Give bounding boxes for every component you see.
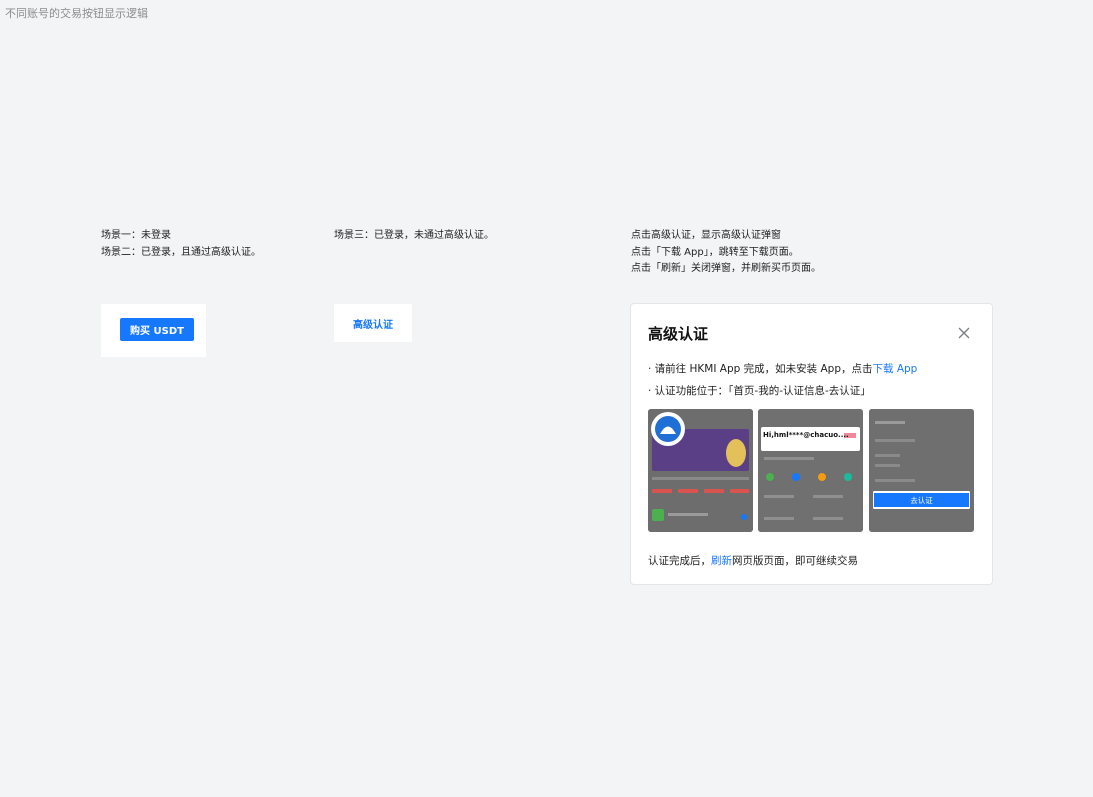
scenario-3-text: 场景三：已登录，未通过高级认证。 (334, 230, 494, 241)
modal-instruction-1: · 请前往 HKMI App 完成，如未安装 App，点击下载 App (648, 361, 917, 376)
footer-suffix: 网页版页面，即可继续交易 (732, 555, 858, 567)
advanced-auth-modal: 高级认证 · 请前往 HKMI App 完成，如未安装 App，点击下载 App… (631, 304, 992, 584)
screenshot-account-label: Hi,hml****@chacuo.... (763, 431, 849, 439)
scenario-1-text: 场景一：未登录 (101, 230, 171, 241)
page-title: 不同账号的交易按钮显示逻辑 (5, 7, 148, 20)
buy-usdt-button[interactable]: 购买 USDT (120, 318, 194, 341)
note-line-2: 点击「下载 App」，跳转至下载页面。 (631, 246, 799, 258)
screenshot-go-auth-button: 去认证 (874, 493, 969, 507)
footer-prefix: 认证完成后， (648, 555, 711, 567)
instruction-1-text: · 请前往 HKMI App 完成，如未安装 App，点击 (648, 363, 873, 375)
note-line-1: 点击高级认证，显示高级认证弹窗 (631, 230, 781, 241)
tutorial-screenshots: Hi,hml****@chacuo.... 去认证 (648, 409, 974, 532)
close-icon[interactable] (956, 325, 972, 341)
scenario-notes-1: 场景一：未登录 场景二：已登录，且通过高级认证。 (101, 228, 261, 261)
download-app-link[interactable]: 下载 App (873, 363, 918, 375)
buy-button-card: 购买 USDT (101, 304, 206, 357)
scenario-2-text: 场景二：已登录，且通过高级认证。 (101, 246, 261, 258)
refresh-link[interactable]: 刷新 (711, 555, 732, 567)
app-screenshot-profile: Hi,hml****@chacuo.... (758, 409, 863, 532)
scenario-notes-2: 场景三：已登录，未通过高级认证。 (334, 228, 494, 245)
app-screenshot-home (648, 409, 753, 532)
modal-instruction-2: · 认证功能位于：「首页-我的-认证信息-去认证」 (648, 385, 871, 397)
scenario-notes-3: 点击高级认证，显示高级认证弹窗 点击「下载 App」，跳转至下载页面。 点击「刷… (631, 228, 821, 278)
advanced-auth-button[interactable]: 高级认证 (334, 304, 412, 342)
auth-button-card: 高级认证 (334, 304, 412, 342)
note-line-3: 点击「刷新」关闭弹窗，并刷新买币页面。 (631, 263, 821, 274)
modal-footer-text: 认证完成后，刷新网页版页面，即可继续交易 (648, 553, 858, 568)
app-screenshot-auth: 去认证 (869, 409, 974, 532)
modal-title: 高级认证 (648, 325, 709, 343)
